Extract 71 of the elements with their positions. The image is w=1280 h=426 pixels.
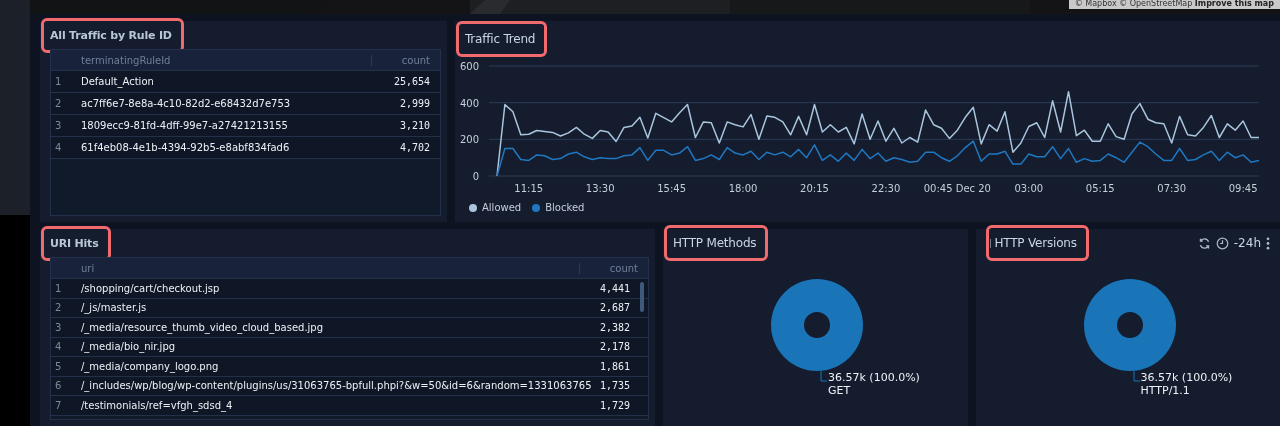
axis-tick-label: 22:30 xyxy=(871,183,901,194)
slice-value-label: 36.57k (100.0%) xyxy=(1140,371,1233,384)
panel-title: URI Hits xyxy=(50,236,99,250)
axis-tick-label: 09:45 xyxy=(1228,183,1258,194)
table-cell-text: /_media/company_logo.png xyxy=(81,360,220,372)
row-number: 2 xyxy=(54,98,63,109)
table-cell-text: 1,861 xyxy=(598,360,631,372)
axis-tick-label: 200 xyxy=(459,134,479,146)
table-cell-text: 4,441 xyxy=(598,282,631,294)
table-cell-text: 4,702 xyxy=(398,142,431,153)
table-cell-text: /_js/master.js xyxy=(81,302,148,314)
table-cell-text: 1,729 xyxy=(598,399,631,411)
row-number: 4 xyxy=(54,341,63,353)
table-cell-text: 61f4eb08-4e1b-4394-92b5-e8abf834fad6 xyxy=(81,142,291,153)
table-cell-text: 3,210 xyxy=(398,120,431,131)
row-number: 3 xyxy=(54,321,63,333)
table-cell-text: 2,999 xyxy=(398,98,431,109)
table-cell-text: /_media/resource_thumb_video_cloud_based.jpg xyxy=(81,321,325,333)
scrollbar-thumb[interactable] xyxy=(640,282,644,312)
column-header[interactable]: count xyxy=(371,54,440,66)
row-number: 3 xyxy=(54,120,63,131)
axis-tick-label: 0 xyxy=(472,171,479,182)
table-cell-text: 25,654 xyxy=(392,76,431,87)
axis-tick-label: 20:15 xyxy=(800,183,829,194)
table-cell-text: /_media/bio_nir.jpg xyxy=(81,341,177,353)
axis-tick-label: 15:45 xyxy=(657,183,687,194)
slice-label: GET xyxy=(828,384,852,397)
axis-tick-label: 00:45 Dec 20 xyxy=(923,183,991,194)
table-cell-text: Default_Action xyxy=(81,76,155,87)
panel-title: All Traffic by Rule ID xyxy=(50,28,172,42)
table-cell-text: 1809ecc9-81fd-4dff-99e7-a27421213155 xyxy=(81,120,289,131)
axis-tick-label: 400 xyxy=(459,97,479,109)
axis-tick-label: 600 xyxy=(459,61,479,72)
leader-line xyxy=(820,370,828,382)
column-header[interactable]: count xyxy=(579,262,648,274)
clock-icon[interactable] xyxy=(1215,236,1229,250)
axis-tick-label: 11:15 xyxy=(514,183,544,194)
axis-tick-label: 18:00 xyxy=(728,183,758,194)
slice-value-label: 36.57k (100.0%) xyxy=(828,371,920,384)
axis-tick-label: 13:30 xyxy=(585,183,615,194)
table-cell-text: 2,687 xyxy=(598,302,631,314)
more-icon[interactable] xyxy=(1266,236,1270,250)
row-number: 5 xyxy=(54,360,63,372)
table-cell: /_includes/wp/blog/wp-content/plugins/us/31063765-bpfull.phpi?&w=50&id=6&random=1331063765 xyxy=(81,380,592,392)
table-cell-text: 2,382 xyxy=(598,321,631,333)
table-cell-text: ac7ff6e7-8e8a-4c10-82d2-e68432d7e753 xyxy=(81,98,292,109)
axis-tick-label: 03:00 xyxy=(1014,183,1044,194)
panel-title: HTTP Versions xyxy=(994,236,1077,250)
row-number: 1 xyxy=(54,76,63,87)
row-number: 1 xyxy=(54,282,63,294)
leader-line xyxy=(1133,370,1140,382)
slice-label: HTTP/1.1 xyxy=(1140,384,1191,397)
table-cell-text: 2,178 xyxy=(598,341,631,353)
column-header[interactable]: uri xyxy=(81,262,579,274)
axis-tick-label: 07:30 xyxy=(1157,183,1187,194)
row-number: 6 xyxy=(54,380,63,392)
column-header[interactable]: terminatingRuleId xyxy=(81,54,371,66)
table-cell-text: 1,735 xyxy=(598,380,631,392)
panel-title: Traffic Trend xyxy=(465,32,536,46)
row-number: 2 xyxy=(54,302,63,314)
row-number: 7 xyxy=(54,399,63,411)
table-cell-text: /testimonials/ref=vfgh_sdsd_4 xyxy=(81,399,234,411)
panel-title: HTTP Methods xyxy=(673,236,757,250)
axis-tick-label: 05:15 xyxy=(1085,183,1115,194)
legend-label[interactable]: Allowed xyxy=(482,202,522,213)
map-attribution: © Mapbox © OpenStreetMap Improve this map xyxy=(1068,0,1280,9)
legend-label[interactable]: Blocked xyxy=(545,202,585,213)
row-number: 4 xyxy=(54,142,63,153)
refresh-icon[interactable] xyxy=(1197,236,1211,250)
time-range-button[interactable]: -24h xyxy=(1233,236,1261,250)
table-cell-text: /shopping/cart/checkout.jsp xyxy=(81,282,221,294)
